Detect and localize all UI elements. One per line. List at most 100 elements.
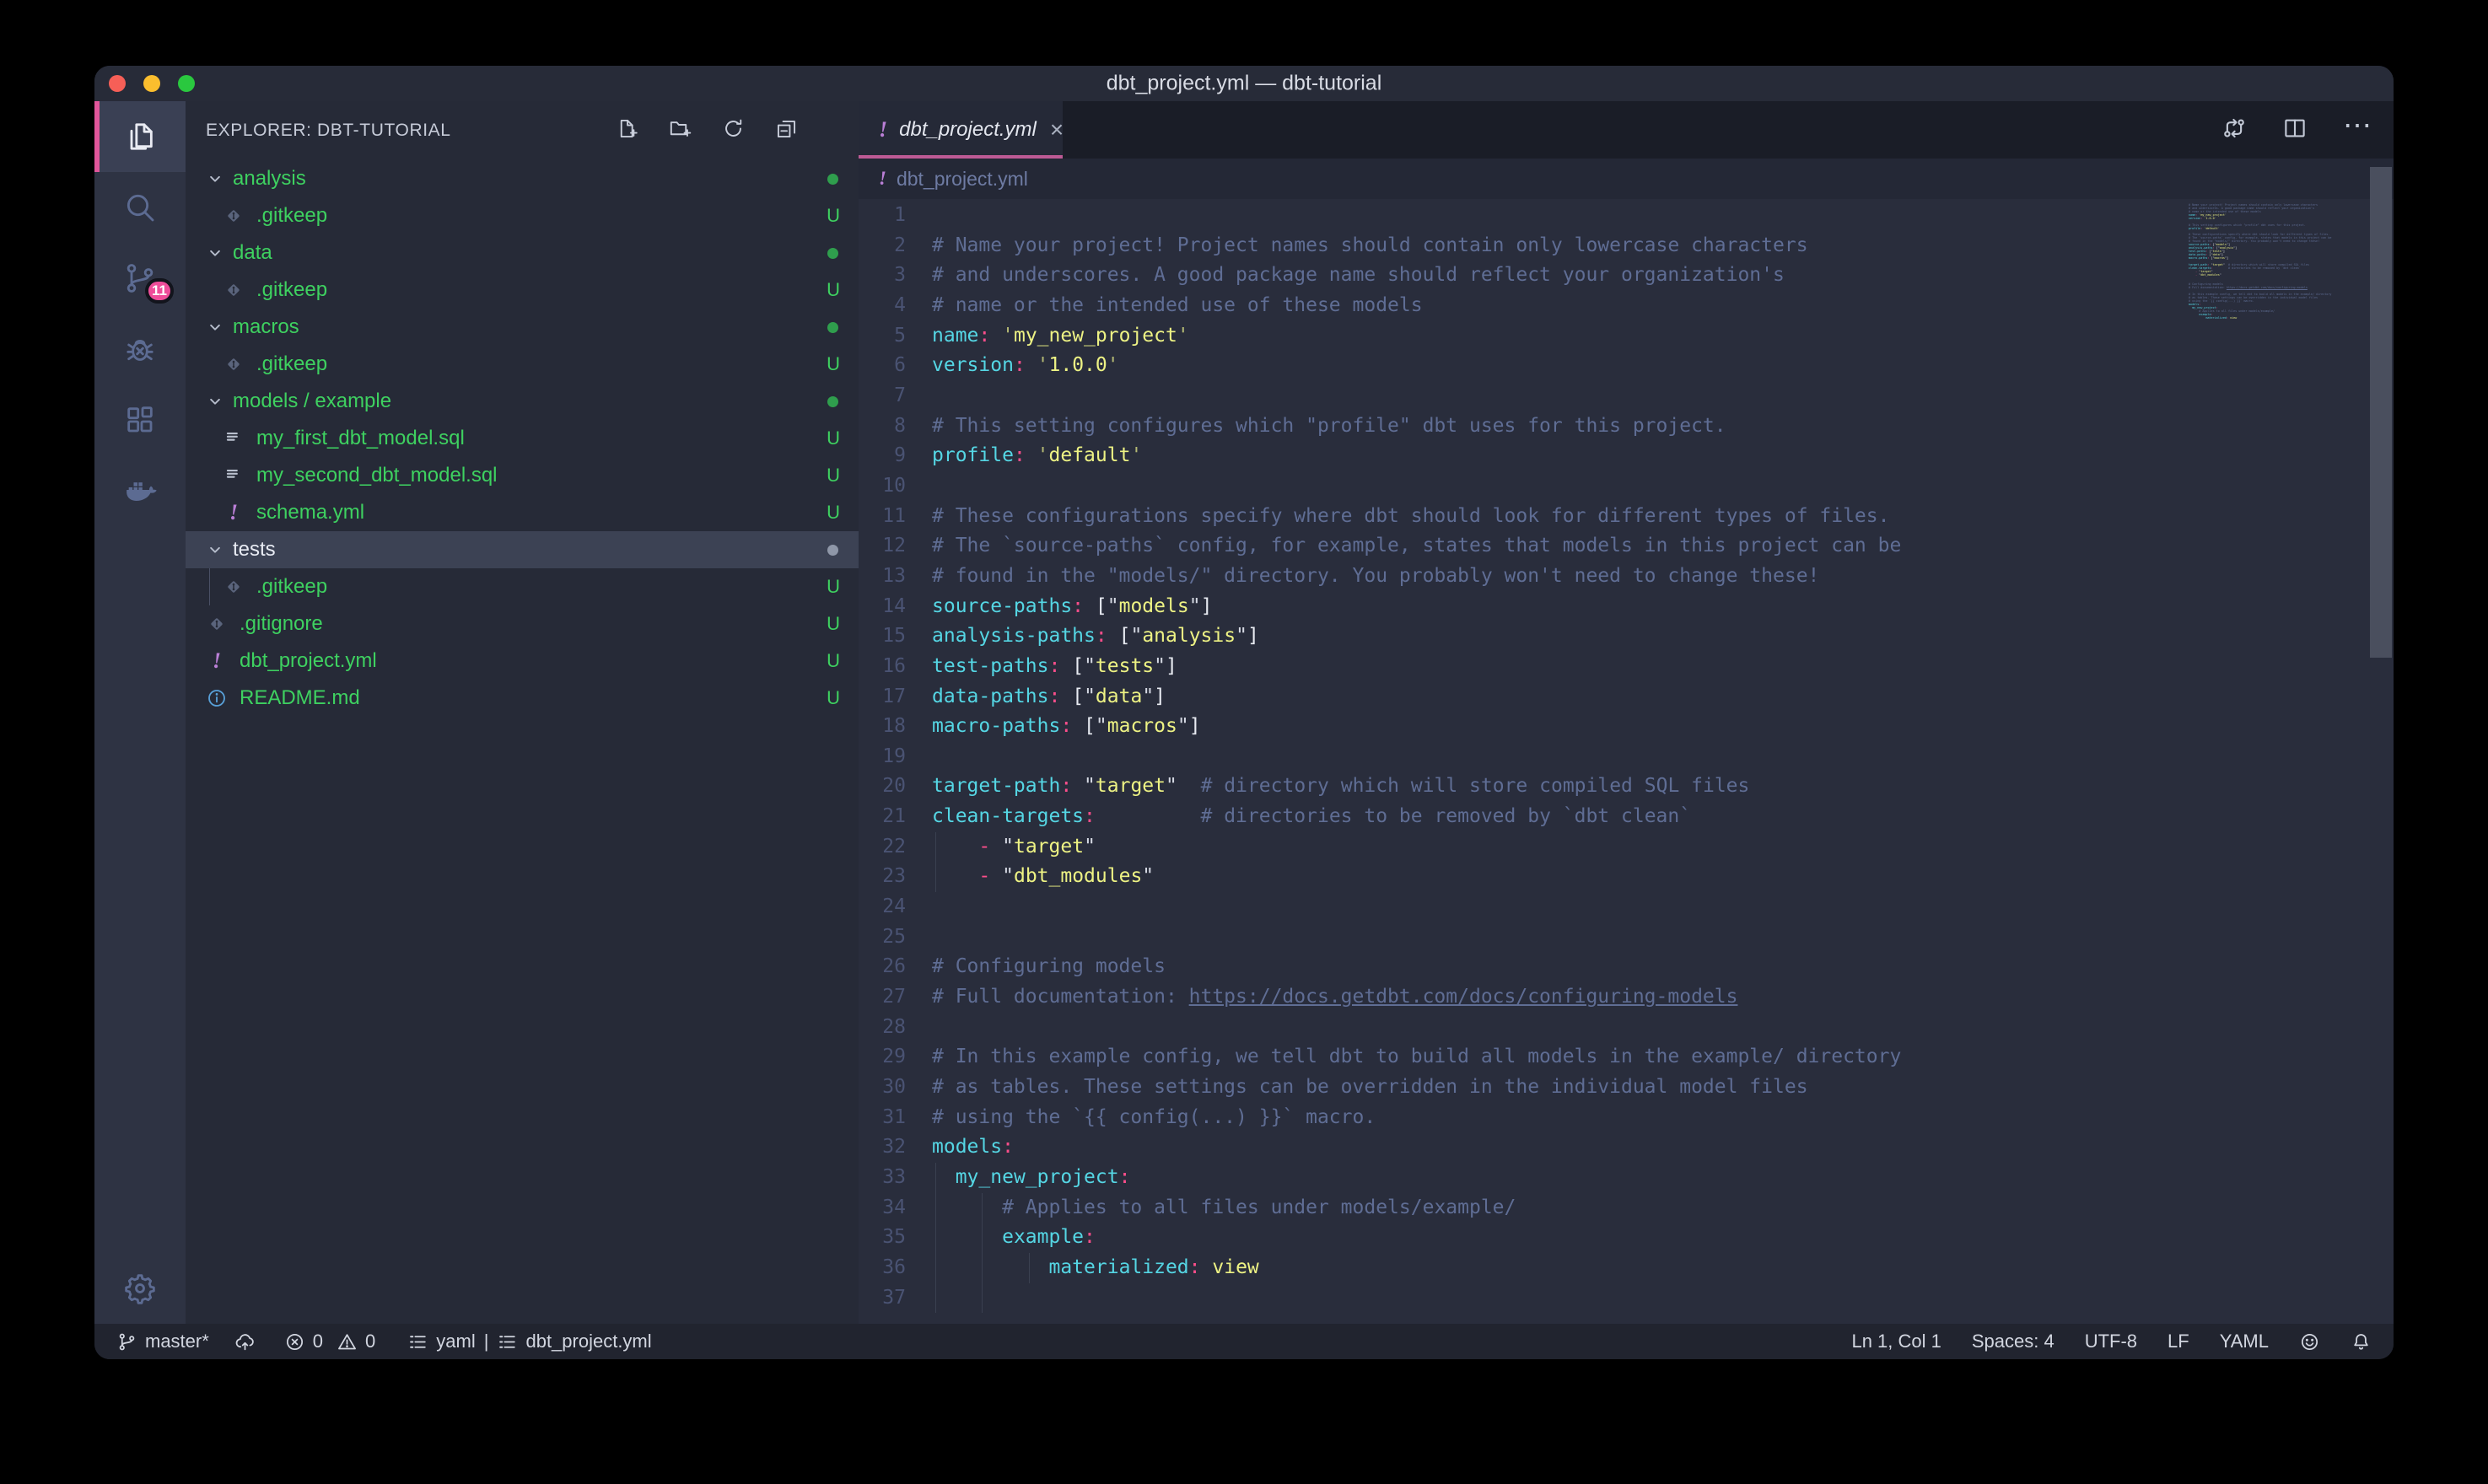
refresh-button[interactable]	[722, 117, 745, 144]
code-line-21[interactable]: 21clean-targets: # directories to be rem…	[859, 802, 2394, 832]
breadcrumb-file[interactable]: dbt_project.yml	[897, 168, 1028, 191]
code-line-24[interactable]: 24	[859, 892, 2394, 922]
tree-file-schema-yml[interactable]: !schema.ymlU	[186, 494, 859, 531]
code-line-15[interactable]: 15analysis-paths: ["analysis"]	[859, 621, 2394, 652]
code-line-2[interactable]: 2# Name your project! Project names shou…	[859, 231, 2394, 261]
code-line-14[interactable]: 14source-paths: ["models"]	[859, 592, 2394, 622]
tree-file--gitkeep[interactable]: .gitkeepU	[186, 197, 859, 234]
code-line-18[interactable]: 18macro-paths: ["macros"]	[859, 712, 2394, 742]
code-line-11[interactable]: 11# These configurations specify where d…	[859, 502, 2394, 532]
title-bar[interactable]: dbt_project.yml — dbt-tutorial	[94, 66, 2394, 101]
tree-file--gitkeep[interactable]: .gitkeepU	[186, 346, 859, 383]
code-line-36[interactable]: 36 materialized: view	[859, 1253, 2394, 1283]
activity-item-settings[interactable]	[94, 1253, 186, 1324]
code-line-12[interactable]: 12# The `source-paths` config, for examp…	[859, 531, 2394, 562]
status-cursor-position[interactable]: Ln 1, Col 1	[1851, 1331, 1941, 1352]
code-editor[interactable]: 12# Name your project! Project names sho…	[859, 199, 2394, 1324]
status-feedback-smiley[interactable]	[2299, 1331, 2320, 1352]
code-line-6[interactable]: 6version: '1.0.0'	[859, 351, 2394, 381]
status-symbol-language[interactable]: yaml	[407, 1331, 475, 1352]
new-folder-button[interactable]	[669, 117, 692, 144]
status-indentation[interactable]: Spaces: 4	[1972, 1331, 2054, 1352]
indent-guide	[1029, 1253, 1030, 1283]
code-line-32[interactable]: 32models:	[859, 1132, 2394, 1163]
tree-file-my-second-dbt-model-sql[interactable]: my_second_dbt_model.sqlU	[186, 457, 859, 494]
code-line-7[interactable]: 7	[859, 381, 2394, 411]
new-file-button[interactable]	[616, 117, 638, 144]
tree-folder-models-example[interactable]: models / example	[186, 383, 859, 420]
tree-folder-analysis[interactable]: analysis	[186, 160, 859, 197]
code-line-23[interactable]: 23 - "dbt_modules"	[859, 862, 2394, 892]
code-line-26[interactable]: 26# Configuring models	[859, 952, 2394, 982]
maximize-window-button[interactable]	[178, 75, 195, 92]
code-line-20[interactable]: 20target-path: "target" # directory whic…	[859, 772, 2394, 802]
code-line-30[interactable]: 30# as tables. These settings can be ove…	[859, 1073, 2394, 1103]
activity-item-explorer[interactable]	[94, 101, 186, 172]
line-number: 26	[859, 952, 906, 982]
code-line-22[interactable]: 22 - "target"	[859, 832, 2394, 863]
code-line-19[interactable]: 19	[859, 742, 2394, 772]
activity-item-extensions[interactable]	[94, 384, 186, 455]
activity-item-search[interactable]	[94, 172, 186, 243]
code-line-17[interactable]: 17data-paths: ["data"]	[859, 682, 2394, 712]
code-line-29[interactable]: 29# In this example config, we tell dbt …	[859, 1042, 2394, 1073]
code-line-4[interactable]: 4# name or the intended use of these mod…	[859, 291, 2394, 321]
code-line-1[interactable]: 1	[859, 201, 2394, 231]
line-content: # This setting configures which "profile…	[906, 411, 1726, 442]
code-line-28[interactable]: 28	[859, 1013, 2394, 1043]
tree-item-label: README.md	[240, 686, 360, 710]
code-line-31[interactable]: 31# using the `{{ config(...) }}` macro.	[859, 1103, 2394, 1133]
code-line-16[interactable]: 16test-paths: ["tests"]	[859, 652, 2394, 682]
status-publish-changes[interactable]	[234, 1331, 256, 1352]
activity-item-source-control[interactable]: 11	[94, 243, 186, 314]
sql-file-icon	[223, 465, 245, 487]
split-editor-button[interactable]	[2282, 116, 2308, 145]
close-window-button[interactable]	[109, 75, 126, 92]
status-eol[interactable]: LF	[2168, 1331, 2189, 1352]
collapse-all-button[interactable]	[775, 117, 798, 144]
tree-folder-tests[interactable]: tests	[186, 531, 859, 568]
vertical-scrollbar[interactable]	[2370, 167, 2392, 658]
tree-file--gitkeep[interactable]: .gitkeepU	[186, 568, 859, 605]
minimize-window-button[interactable]	[143, 75, 160, 92]
code-line-3[interactable]: 3# and underscores. A good package name …	[859, 261, 2394, 291]
minimap[interactable]: # Name your project! Project names shoul…	[2189, 201, 2334, 324]
tree-file-readme-md[interactable]: README.mdU	[186, 680, 859, 717]
tree-file--gitignore[interactable]: .gitignoreU	[186, 605, 859, 643]
code-line-8[interactable]: 8# This setting configures which "profil…	[859, 411, 2394, 442]
tree-file-my-first-dbt-model-sql[interactable]: my_first_dbt_model.sqlU	[186, 420, 859, 457]
code-line-10[interactable]: 10	[859, 471, 2394, 502]
code-line-25[interactable]: 25	[859, 922, 2394, 953]
status-warnings-indicator[interactable]: 0	[337, 1331, 375, 1352]
tree-folder-macros[interactable]: macros	[186, 309, 859, 346]
status-encoding[interactable]: UTF-8	[2085, 1331, 2137, 1352]
code-line-34[interactable]: 34 # Applies to all files under models/e…	[859, 1193, 2394, 1223]
tree-file-dbt-project-yml[interactable]: !dbt_project.ymlU	[186, 643, 859, 680]
status-label: |	[484, 1331, 489, 1352]
code-line-37[interactable]: 37	[859, 1283, 2394, 1314]
status-notifications-bell[interactable]	[2351, 1331, 2372, 1352]
line-number: 6	[859, 351, 906, 381]
vscode-window: dbt_project.yml — dbt-tutorial 11 EXPLOR…	[94, 66, 2394, 1359]
status-symbol-file[interactable]: dbt_project.yml	[497, 1331, 651, 1352]
status-language-mode[interactable]: YAML	[2220, 1331, 2269, 1352]
code-line-5[interactable]: 5name: 'my_new_project'	[859, 321, 2394, 352]
tab-dbt-project-yml[interactable]: ! dbt_project.yml ×	[859, 101, 1063, 159]
tree-item-label: .gitkeep	[256, 352, 327, 376]
close-tab-icon[interactable]: ×	[1050, 118, 1064, 142]
tree-folder-data[interactable]: data	[186, 234, 859, 272]
status-branch-indicator[interactable]: master*	[116, 1331, 209, 1352]
code-line-33[interactable]: 33 my_new_project:	[859, 1163, 2394, 1193]
code-line-27[interactable]: 27# Full documentation: https://docs.get…	[859, 982, 2394, 1013]
status-errors-indicator[interactable]: 0	[284, 1331, 323, 1352]
open-changes-button[interactable]	[2221, 116, 2247, 145]
code-line-9[interactable]: 9profile: 'default'	[859, 441, 2394, 471]
breadcrumb[interactable]: ! dbt_project.yml	[859, 159, 2394, 199]
code-line-13[interactable]: 13# found in the "models/" directory. Yo…	[859, 562, 2394, 592]
tree-file--gitkeep[interactable]: .gitkeepU	[186, 272, 859, 309]
activity-item-debug[interactable]	[94, 314, 186, 384]
line-content: - "dbt_modules"	[906, 862, 1154, 892]
activity-item-docker[interactable]	[94, 455, 186, 526]
code-line-35[interactable]: 35 example:	[859, 1223, 2394, 1253]
more-actions-button[interactable]: ⋯	[2343, 126, 2373, 134]
